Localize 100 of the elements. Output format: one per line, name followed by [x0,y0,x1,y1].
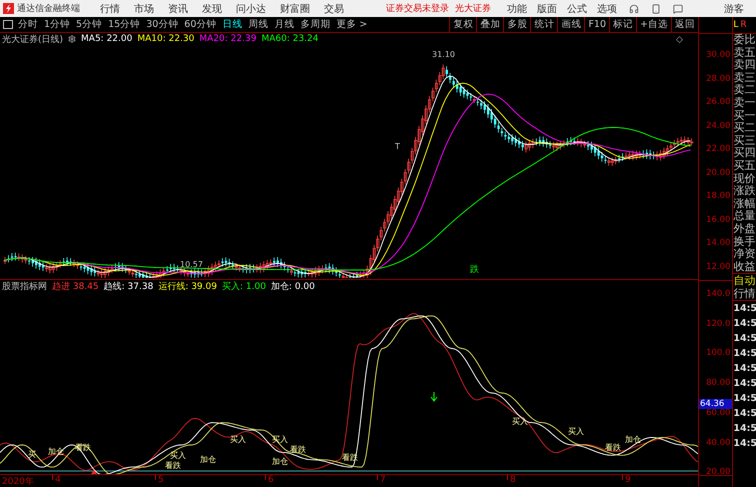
high-price-label: 31.10 [432,50,455,59]
trade-time: 14:5 [733,302,756,316]
signal-label: 买入 [170,451,186,460]
tool-button[interactable]: 叠加 [476,17,504,32]
tool-button[interactable]: 标记 [609,17,636,32]
quote-label: 买一 [733,110,756,122]
price-label: 26.00 [706,97,730,107]
chart-title: 光大证券(日线) [2,34,64,46]
marker-label: T [395,142,400,151]
menu-item[interactable]: 资讯 [168,2,188,16]
period-tab[interactable]: 1分钟 [44,18,70,31]
price-label: 12.00 [706,262,730,272]
period-tab[interactable]: 60分钟 [184,18,216,31]
date-label: 2020年 [2,476,34,487]
broker-name[interactable]: 光大证券 [455,2,491,15]
quote-label: 买三 [733,134,756,147]
mode-label[interactable]: 行情 [733,287,756,300]
menu-item[interactable]: 市场 [134,2,154,16]
quote-label: 外盘 [733,222,756,236]
app-title: 通达信金融终端 [17,2,80,15]
left-label[interactable]: L [733,20,738,30]
indicator-value: 趋进 38.45 [52,280,99,292]
period-tab[interactable]: 5分钟 [76,18,102,31]
trade-time: 14:5 [733,392,756,406]
ma-value: MA20: 22.39 [199,34,256,44]
quote-label: 涨跌 [733,185,756,198]
signal-label: 买入 [230,435,246,444]
trade-time: 14:5 [733,332,756,346]
ma-value: MA5: 22.00 [81,34,132,44]
indicator-scale-label: 100.0 [706,348,730,358]
price-label: 20.00 [706,168,730,178]
trade-time: 14:5 [733,317,756,332]
menu-item[interactable]: 财富圈 [280,2,310,16]
indicator-scale-label: 80.00 [706,378,730,388]
menu-item[interactable]: 交易 [324,2,344,16]
quote-label: 现价 [733,172,756,185]
signal-label: 买入 [512,417,528,426]
indicator-scale-label: 20.00 [706,467,730,478]
quote-label: 委比 [733,34,756,47]
date-label: 6 [268,475,274,485]
quote-label: 卖三 [733,72,756,84]
low-price-label: 10.57 [180,260,203,269]
menu-item[interactable]: 功能 [507,2,527,16]
date-label: 9 [625,475,631,485]
price-label: 30.00 [706,50,730,60]
period-tab[interactable]: 更多 > [336,18,368,31]
quote-label: 总量 [733,210,756,223]
tool-button[interactable]: 复权 [449,17,476,32]
indicator-title: 股票指标网 [2,280,47,292]
quote-label: 净资 [733,248,756,261]
menu-item[interactable]: 问小达 [236,2,266,16]
menu-item[interactable]: 行情 [100,2,120,16]
signal-label: 看跌 [165,461,181,470]
trade-time: 14:5 [733,422,756,436]
quote-label: 收益 [733,260,756,274]
signal-label: 加仓 [625,435,641,444]
quote-label: 买四 [733,147,756,160]
mode-label[interactable]: 自动 [733,274,756,288]
period-tab[interactable]: 15分钟 [108,18,140,31]
period-tab[interactable]: 分时 [18,18,38,31]
signal-label: 看跌 [290,445,306,454]
period-tab[interactable]: 月线 [274,18,294,31]
indicator-scale-label: 40.00 [706,438,730,448]
quote-label: 买二 [733,122,756,135]
tool-button[interactable]: 返回 [671,17,698,32]
trade-time: 14:5 [733,407,756,422]
price-label: 14.00 [706,238,730,248]
quote-label: 换手 [733,236,756,248]
tool-button[interactable]: 画线 [557,17,584,32]
signal-label: 跌 [470,265,479,275]
menu-item[interactable]: 发现 [202,2,222,16]
tool-button[interactable]: +自选 [636,17,671,32]
period-tab[interactable]: 30分钟 [146,18,178,31]
quote-label: 卖二 [733,84,756,97]
indicator-scale-label: 60.00 [706,408,730,418]
menu-item[interactable]: 公式 [567,2,587,16]
date-label: 4 [55,475,61,485]
current-value-label: 64.36 [699,399,732,410]
login-status[interactable]: 证券交易未登录 [386,2,449,15]
ma-value: MA10: 22.30 [137,34,194,44]
indicator-value: 趋线: 37.38 [104,280,154,292]
menu-item[interactable]: 版面 [537,2,557,16]
quote-label: 卖四 [733,59,756,72]
right-label[interactable]: R [740,20,747,30]
user-name[interactable]: 游客 [724,2,744,16]
quote-label: 卖五 [733,46,756,59]
tool-button[interactable]: F10 [584,17,610,32]
quote-label: 买五 [733,160,756,173]
menu-item[interactable]: 选项 [597,2,617,16]
price-label: 16.00 [706,214,730,224]
tool-button[interactable]: 多股 [503,17,530,32]
period-tab[interactable]: 日线 [222,18,242,31]
period-tab[interactable]: 多周期 [300,18,330,31]
period-tab[interactable]: 周线 [248,18,268,31]
tool-button[interactable]: 统计 [530,17,558,32]
diamond-icon[interactable]: ◇ [676,35,683,45]
signal-label: 看跌 [605,443,621,452]
quote-label: 卖一 [733,96,756,110]
price-label: 28.00 [706,74,730,84]
quote-label: 涨幅 [733,198,756,210]
